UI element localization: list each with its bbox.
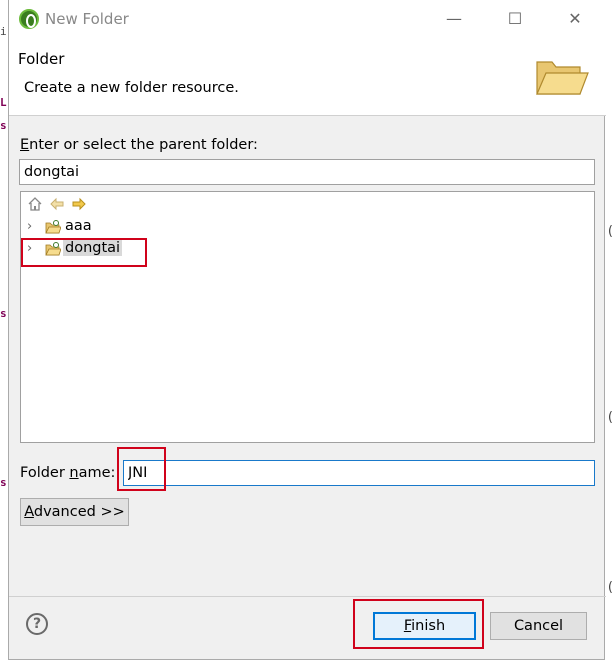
window-title: New Folder <box>45 10 129 28</box>
new-folder-dialog: New Folder — ☐ ✕ Folder Create a new fol… <box>8 0 606 660</box>
close-button[interactable]: ✕ <box>557 8 593 30</box>
wizard-description: Create a new folder resource. <box>24 80 239 96</box>
bg-glyph: s <box>0 119 7 132</box>
button-label: dvanced >> <box>33 504 125 520</box>
help-icon[interactable]: ? <box>26 613 48 635</box>
bg-glyph: s <box>0 307 7 320</box>
bg-glyph: ( <box>607 580 613 595</box>
label-text: Folder <box>20 465 70 481</box>
parent-folder-label: Enter or select the parent folder: <box>20 137 258 153</box>
project-folder-icon <box>45 220 61 234</box>
folder-name-label: Folder name: <box>20 465 115 481</box>
back-arrow-icon[interactable] <box>49 196 65 212</box>
chevron-right-icon[interactable]: › <box>27 219 32 234</box>
bg-glyph: i <box>0 25 7 38</box>
project-tree[interactable]: › aaa › dongtai <box>20 191 595 443</box>
button-bar-separator <box>9 596 606 597</box>
mnemonic: E <box>20 137 30 153</box>
tree-item-aaa[interactable]: › aaa <box>27 217 327 239</box>
forward-arrow-icon[interactable] <box>71 196 87 212</box>
bg-glyph: L <box>0 96 7 109</box>
mnemonic: A <box>24 504 34 520</box>
cancel-button[interactable]: Cancel <box>490 612 587 640</box>
bg-glyph: s <box>0 476 7 489</box>
wizard-header: Folder Create a new folder resource. <box>9 38 606 116</box>
bg-glyph: ( <box>607 410 613 425</box>
minimize-button[interactable]: — <box>436 8 472 30</box>
folder-name-input[interactable] <box>123 460 595 486</box>
open-folder-icon <box>536 61 589 95</box>
parent-folder-input[interactable] <box>19 159 595 185</box>
maximize-button[interactable]: ☐ <box>497 8 533 30</box>
mnemonic: n <box>69 465 79 481</box>
bg-glyph: ( <box>607 224 613 239</box>
home-icon[interactable] <box>27 196 43 212</box>
annotation-highlight-box <box>353 599 484 649</box>
screen: i L s s s ( ( ( New Folder — ☐ ✕ Folder … <box>0 0 613 668</box>
wizard-title: Folder <box>18 50 65 68</box>
advanced-button[interactable]: Advanced >> <box>20 498 129 526</box>
title-bar[interactable]: New Folder — ☐ ✕ <box>9 0 606 38</box>
tree-item-label: aaa <box>65 218 92 234</box>
eclipse-app-icon <box>19 9 39 29</box>
label-text: nter or select the parent folder: <box>29 137 258 153</box>
label-text: ame: <box>78 465 116 481</box>
annotation-highlight-box <box>21 238 147 267</box>
annotation-highlight-box <box>117 447 166 491</box>
